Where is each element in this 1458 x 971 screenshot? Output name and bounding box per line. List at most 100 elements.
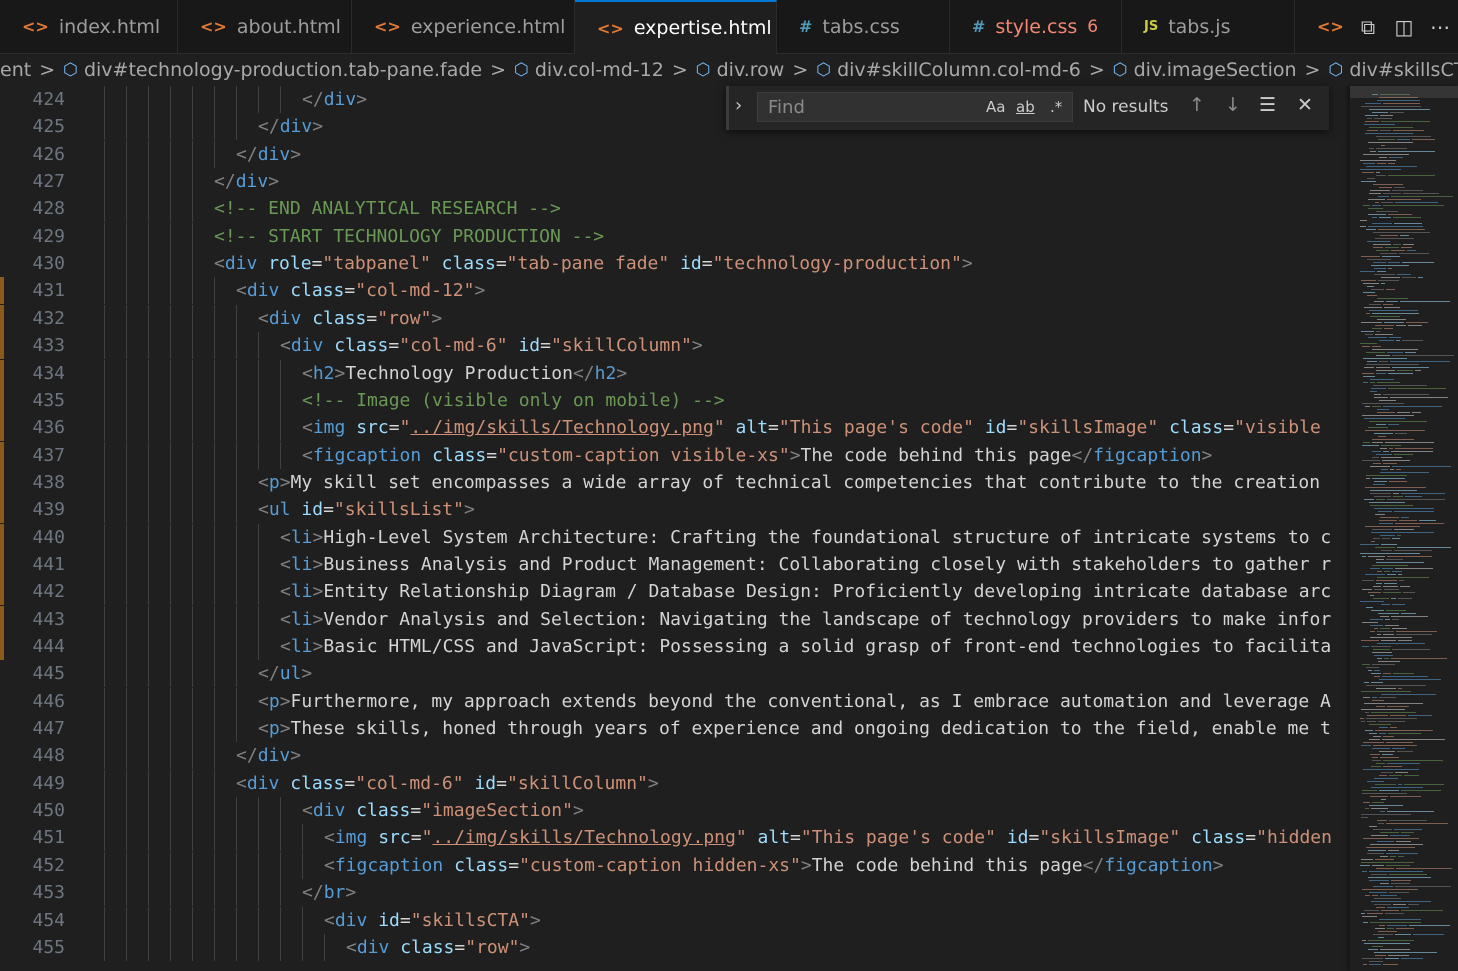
minimap-code-stroke (1373, 244, 1391, 245)
code-line[interactable]: 452 <figcaption class="custom-caption hid… (0, 851, 1350, 879)
minimap-code-stroke (1390, 361, 1450, 362)
code-token: = (1245, 827, 1257, 849)
code-token: </ (302, 882, 324, 904)
code-token: < (302, 800, 313, 822)
code-line[interactable]: 430 <div role="tabpanel" class="tab-pane … (0, 250, 1350, 278)
tab-about-html[interactable]: <> about.html (178, 0, 352, 53)
minimap-code-stroke (1373, 649, 1390, 650)
minimap-code-stroke (1379, 697, 1396, 698)
toggle-replace-chevron-icon[interactable]: › (735, 95, 742, 116)
minimap-code-stroke (1383, 766, 1402, 767)
code-line[interactable]: 431 <div class="col-md-12"> (0, 277, 1350, 305)
minimap-code-stroke (1362, 793, 1407, 794)
indent-guide (280, 86, 281, 113)
breadcrumb-item[interactable]: ⬡ div.imageSection > (1113, 59, 1329, 81)
minimap-code-stroke (1361, 721, 1365, 722)
close-find-icon[interactable]: ✕ (1297, 94, 1313, 116)
tab-expertise-html[interactable]: <>expertise.html✕ (575, 0, 777, 54)
code-line[interactable]: 434 <h2>Technology Production</h2> (0, 359, 1350, 387)
indent-guide (192, 879, 193, 907)
minimap-slider[interactable] (1350, 86, 1458, 98)
code-line[interactable]: 427 </div> (0, 168, 1350, 196)
code-line[interactable]: 446 <p>Furthermore, my approach extends b… (0, 687, 1350, 715)
minimap-code-stroke (1360, 343, 1377, 344)
tab-tabs-js[interactable]: JS tabs.js (1122, 0, 1295, 53)
indent-guide (148, 687, 149, 715)
code-line[interactable]: 448 </div> (0, 742, 1350, 770)
breadcrumb-item[interactable]: ⬡ div#skillColumn.col-md-6 > (816, 59, 1113, 81)
next-match-arrow-down-icon[interactable]: ↓ (1225, 94, 1241, 116)
code-line[interactable]: 436 <img src="../img/skills/Technology.pn… (0, 414, 1350, 442)
minimap-code-stroke (1382, 460, 1410, 461)
minimap-code-stroke (1374, 394, 1381, 395)
code-line[interactable]: 426 </div> (0, 140, 1350, 168)
code-line[interactable]: 449 <div class="col-md-6" id="skillColumn… (0, 769, 1350, 797)
code-token: h2 (312, 362, 335, 384)
minimap-code-stroke (1367, 715, 1388, 716)
code-line[interactable]: 454 <div id="skillsCTA"> (0, 906, 1350, 934)
minimap-code-stroke (1365, 712, 1369, 713)
code-line[interactable]: 435 <!-- Image (visible only on mobile) -… (0, 386, 1350, 414)
minimap[interactable] (1350, 86, 1458, 971)
split-editor-icon[interactable]: ◫ (1386, 15, 1422, 39)
code-line[interactable]: 455 <div class="row"> (0, 933, 1350, 961)
code-line[interactable]: 433 <div class="col-md-6" id="skillColumn… (0, 332, 1350, 360)
breadcrumb-item[interactable]: ⬡div#skillsCTA> (1328, 59, 1458, 81)
code-line[interactable]: 437 <figcaption class="custom-caption vis… (0, 441, 1350, 469)
code-line[interactable]: 440 <li>High-Level System Architecture: C… (0, 523, 1350, 551)
code-editor[interactable]: 424 </div> 425 </div> 426 </div> 427 </div> 428 <… (0, 86, 1350, 971)
code-token: = (388, 335, 400, 357)
minimap-code-stroke (1381, 694, 1436, 695)
tab-style-css[interactable]: # style.css 6 (950, 0, 1122, 53)
previous-match-arrow-up-icon[interactable]: ↑ (1189, 94, 1205, 116)
code-line[interactable]: 429 <!-- START TECHNOLOGY PRODUCTION --> (0, 222, 1350, 250)
code-line[interactable]: 447 <p>These skills, honed through years … (0, 715, 1350, 743)
code-line[interactable]: 443 <li>Vendor Analysis and Selection: Na… (0, 605, 1350, 633)
code-line[interactable]: 439 <ul id="skillsList"> (0, 496, 1350, 524)
minimap-code-stroke (1374, 433, 1393, 434)
breadcrumb-item[interactable]: ⬡ div.col-md-12 > (514, 59, 696, 81)
code-token: < (280, 526, 291, 548)
match-whole-word-button[interactable]: ab (1016, 98, 1035, 116)
code-line[interactable]: 428 <!-- END ANALYTICAL RESEARCH --> (0, 195, 1350, 223)
find-input[interactable]: Find Aa ab .* (757, 92, 1073, 122)
breadcrumb-item[interactable]: ⬡ div.row > (696, 59, 816, 81)
tab-experience-html[interactable]: <> experience.html (352, 0, 575, 53)
minimap-code-stroke (1365, 526, 1420, 527)
code-line[interactable]: 451 <img src="../img/skills/Technology.pn… (0, 824, 1350, 852)
minimap-code-stroke (1369, 310, 1418, 311)
indent-guide (280, 851, 281, 879)
minimap-code-stroke (1390, 835, 1410, 836)
code-line[interactable]: 442 <li>Entity Relationship Diagram / Dat… (0, 578, 1350, 606)
code-line[interactable]: 441 <li>Business Analysis and Product Man… (0, 550, 1350, 578)
minimap-code-stroke (1375, 928, 1385, 929)
indent-guide (324, 933, 325, 961)
minimap-code-stroke (1371, 874, 1387, 875)
code-token: "custom-caption visible-xs" (497, 444, 790, 466)
open-changes-icon[interactable]: ⧉ (1350, 15, 1386, 39)
code-line[interactable]: 445 </ul> (0, 660, 1350, 688)
code-line[interactable]: 438 <p>My skill set encompasses a wide ar… (0, 468, 1350, 496)
use-regex-button[interactable]: .* (1050, 98, 1062, 116)
minimap-code-stroke (1369, 733, 1377, 734)
minimap-code-stroke (1374, 118, 1392, 119)
breadcrumb-item[interactable]: ⬡ div#technology-production.tab-pane.fade… (63, 59, 514, 81)
code-line[interactable]: 444 <li>Basic HTML/CSS and JavaScript: Po… (0, 633, 1350, 660)
match-case-button[interactable]: Aa (986, 98, 1005, 116)
tab-index-html[interactable]: <> index.html (0, 0, 178, 53)
find-in-selection-icon[interactable]: ☰ (1259, 94, 1276, 116)
minimap-code-stroke (1372, 757, 1378, 758)
minimap-code-stroke (1364, 418, 1405, 419)
indent-guide (104, 660, 105, 688)
code-line[interactable]: 453 </br> (0, 879, 1350, 907)
tab-tabs-css[interactable]: # tabs.css (777, 0, 950, 53)
breadcrumb-item[interactable]: ent > (0, 59, 63, 81)
minimap-code-stroke (1376, 148, 1407, 149)
minimap-code-stroke (1387, 925, 1407, 926)
code-line[interactable]: 450 <div class="imageSection"> (0, 797, 1350, 825)
code-line[interactable]: 432 <div class="row"> (0, 304, 1350, 332)
minimap-code-stroke (1380, 628, 1390, 629)
more-actions-icon[interactable]: ⋯ (1422, 15, 1458, 39)
indent-guide (148, 851, 149, 879)
line-number: 451 (32, 827, 65, 849)
